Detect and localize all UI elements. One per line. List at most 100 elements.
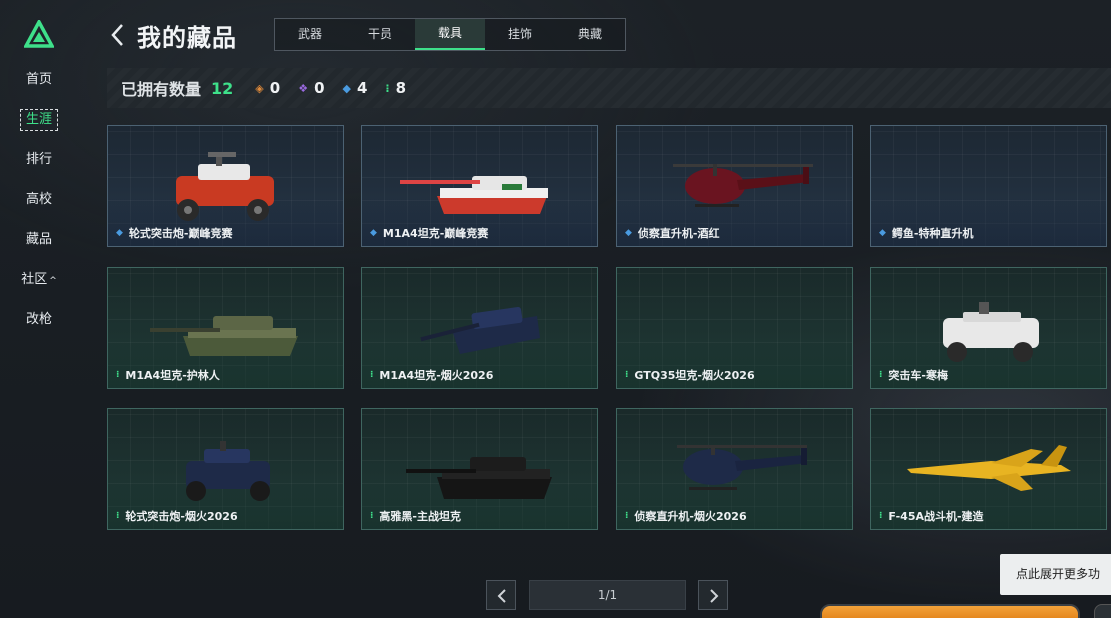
vehicle-name-text: M1A4坦克-护林人 <box>125 369 220 382</box>
tab-collector[interactable]: 典藏 <box>555 19 625 50</box>
vehicle-name: ⁝ F-45A战斗机-建造 <box>879 508 984 524</box>
tab-operators[interactable]: 干员 <box>345 19 415 50</box>
tank-image <box>406 457 552 499</box>
blue-diamond-icon: ◆ <box>370 228 377 238</box>
vehicle-card[interactable]: ◆ 侦察直升机-酒红 <box>616 125 853 247</box>
rarity-purple-count: ❖ 0 <box>298 79 324 97</box>
vehicle-name-text: 突击车-寒梅 <box>888 369 948 382</box>
nav-label: 首页 <box>25 72 52 87</box>
tab-weapons[interactable]: 武器 <box>275 19 345 50</box>
nav-item-collection[interactable]: 藏品 <box>0 229 78 251</box>
vehicle-name-text: M1A4坦克-烟火2026 <box>379 369 494 382</box>
helicopter-image <box>677 445 807 490</box>
vehicle-name: ◆ 轮式突击炮-巅峰竞赛 <box>116 225 233 241</box>
vehicle-name: ⁝ 侦察直升机-烟火2026 <box>625 508 747 524</box>
nav-item-career[interactable]: 生涯 <box>0 109 78 131</box>
prev-page-button[interactable] <box>486 580 516 610</box>
caret-up-icon: ^ <box>49 276 57 286</box>
vehicle-name: ⁝ M1A4坦克-护林人 <box>116 367 220 383</box>
blue-diamond-icon: ◆ <box>879 228 886 238</box>
vehicle-name: ⁝ 突击车-寒梅 <box>879 367 948 383</box>
nav-item-community[interactable]: 社区 ^ <box>0 269 78 291</box>
green-diamond-icon: ⁝ <box>625 370 629 380</box>
rarity-blue-count: ◆ 4 <box>343 79 368 97</box>
expand-more-tooltip[interactable]: 点此展开更多功 <box>1000 554 1111 595</box>
tank-image <box>420 306 540 354</box>
rarity-count: 0 <box>269 79 281 97</box>
blue-diamond-icon: ◆ <box>342 81 351 95</box>
vehicle-name: ⁝ 高雅黑-主战坦克 <box>370 508 461 524</box>
green-diamond-icon: ⁝ <box>879 370 883 380</box>
nav-label: 生涯 <box>19 109 58 131</box>
owned-label: 已拥有数量 <box>121 80 202 99</box>
tab-vehicles[interactable]: 载具 <box>415 19 485 50</box>
green-diamond-icon: ⁝ <box>116 511 120 521</box>
chevron-right-icon <box>710 589 719 603</box>
nav-label: 高校 <box>25 192 52 207</box>
vehicle-name-text: 侦察直升机-酒红 <box>637 227 720 240</box>
green-diamond-icon: ⁝ <box>370 370 374 380</box>
green-diamond-icon: ⁝ <box>116 370 120 380</box>
vehicle-card[interactable]: ⁝ 高雅黑-主战坦克 <box>361 408 598 530</box>
vehicle-card[interactable]: ⁝ F-45A战斗机-建造 <box>870 408 1107 530</box>
vehicle-card[interactable]: ◆ 鳄鱼-特种直升机 <box>870 125 1107 247</box>
blue-diamond-icon: ◆ <box>625 228 632 238</box>
vehicle-card[interactable]: ⁝ 突击车-寒梅 <box>870 267 1107 389</box>
vehicle-name: ⁝ M1A4坦克-烟火2026 <box>370 367 493 383</box>
vehicle-name-text: 轮式突击炮-烟火2026 <box>125 510 238 523</box>
green-diamond-icon: ⁝ <box>625 511 629 521</box>
vehicle-name: ◆ M1A4坦克-巅峰竞赛 <box>370 225 488 241</box>
vehicle-card[interactable]: ⁝ M1A4坦克-烟火2026 <box>361 267 598 389</box>
nav-label: 社区 <box>21 272 48 287</box>
next-page-button[interactable] <box>698 580 728 610</box>
nav-item-home[interactable]: 首页 <box>0 69 78 91</box>
vehicle-card[interactable]: ⁝ 侦察直升机-烟火2026 <box>616 408 853 530</box>
armored-car-image <box>186 441 270 501</box>
chevron-left-icon[interactable] <box>108 22 128 48</box>
green-diamond-icon: ⁝ <box>370 511 374 521</box>
vehicle-name-text: 高雅黑-主战坦克 <box>379 510 461 523</box>
nav-item-ranking[interactable]: 排行 <box>0 149 78 171</box>
vehicle-card[interactable]: ⁝ 轮式突击炮-烟火2026 <box>107 408 344 530</box>
vehicle-name-text: M1A4坦克-巅峰竞赛 <box>382 227 489 240</box>
vehicle-name: ◆ 侦察直升机-酒红 <box>625 225 720 241</box>
vehicle-name-text: F-45A战斗机-建造 <box>888 510 984 523</box>
rarity-count: 4 <box>356 79 368 97</box>
tank-image <box>400 176 548 214</box>
page-title: 我的藏品 <box>137 24 237 52</box>
vehicle-name-text: 鳄鱼-特种直升机 <box>891 227 974 240</box>
owned-count: 12 <box>211 78 234 98</box>
vehicle-card[interactable]: ◆ M1A4坦克-巅峰竞赛 <box>361 125 598 247</box>
helicopter-image <box>673 164 813 207</box>
purple-diamond-icon: ❖ <box>298 81 309 95</box>
rarity-green-count: ⁝ 8 <box>385 79 406 97</box>
sidebar: 首页 生涯 排行 高校 藏品 社区 ^ 改枪 <box>0 0 78 618</box>
app-logo-icon[interactable] <box>24 20 54 48</box>
green-diamond-icon: ⁝ <box>385 81 390 95</box>
action-button[interactable] <box>820 604 1080 618</box>
armored-car-image <box>176 152 274 221</box>
rarity-count: 8 <box>395 79 407 97</box>
orange-diamond-icon: ◈ <box>255 81 264 95</box>
nav-label: 藏品 <box>25 232 52 247</box>
tab-charms[interactable]: 挂饰 <box>485 19 555 50</box>
vehicle-name-text: 轮式突击炮-巅峰竞赛 <box>128 227 233 240</box>
vehicle-card[interactable]: ◆ 轮式突击炮-巅峰竞赛 <box>107 125 344 247</box>
vehicle-name: ⁝ 轮式突击炮-烟火2026 <box>116 508 238 524</box>
category-tabs: 武器 干员 载具 挂饰 典藏 <box>274 18 626 51</box>
assault-vehicle-image <box>943 302 1039 362</box>
nav-item-college[interactable]: 高校 <box>0 189 78 211</box>
rarity-count: 0 <box>314 79 325 97</box>
corner-button[interactable] <box>1094 604 1111 618</box>
rarity-orange-count: ◈ 0 <box>255 79 280 97</box>
fighter-jet-image <box>907 445 1071 491</box>
vehicle-card[interactable]: ⁝ M1A4坦克-护林人 <box>107 267 344 389</box>
page-indicator: 1/1 <box>529 580 686 610</box>
vehicle-card[interactable]: ⁝ GTQ35坦克-烟火2026 <box>616 267 853 389</box>
nav-item-gunsmith[interactable]: 改枪 <box>0 309 78 331</box>
nav-label: 排行 <box>25 152 52 167</box>
blue-diamond-icon: ◆ <box>116 228 123 238</box>
owned-stats-bar: 已拥有数量 12 ◈ 0 ❖ 0 ◆ 4 ⁝ 8 <box>107 68 1111 108</box>
tank-image <box>150 316 298 356</box>
vehicle-name: ◆ 鳄鱼-特种直升机 <box>879 225 974 241</box>
